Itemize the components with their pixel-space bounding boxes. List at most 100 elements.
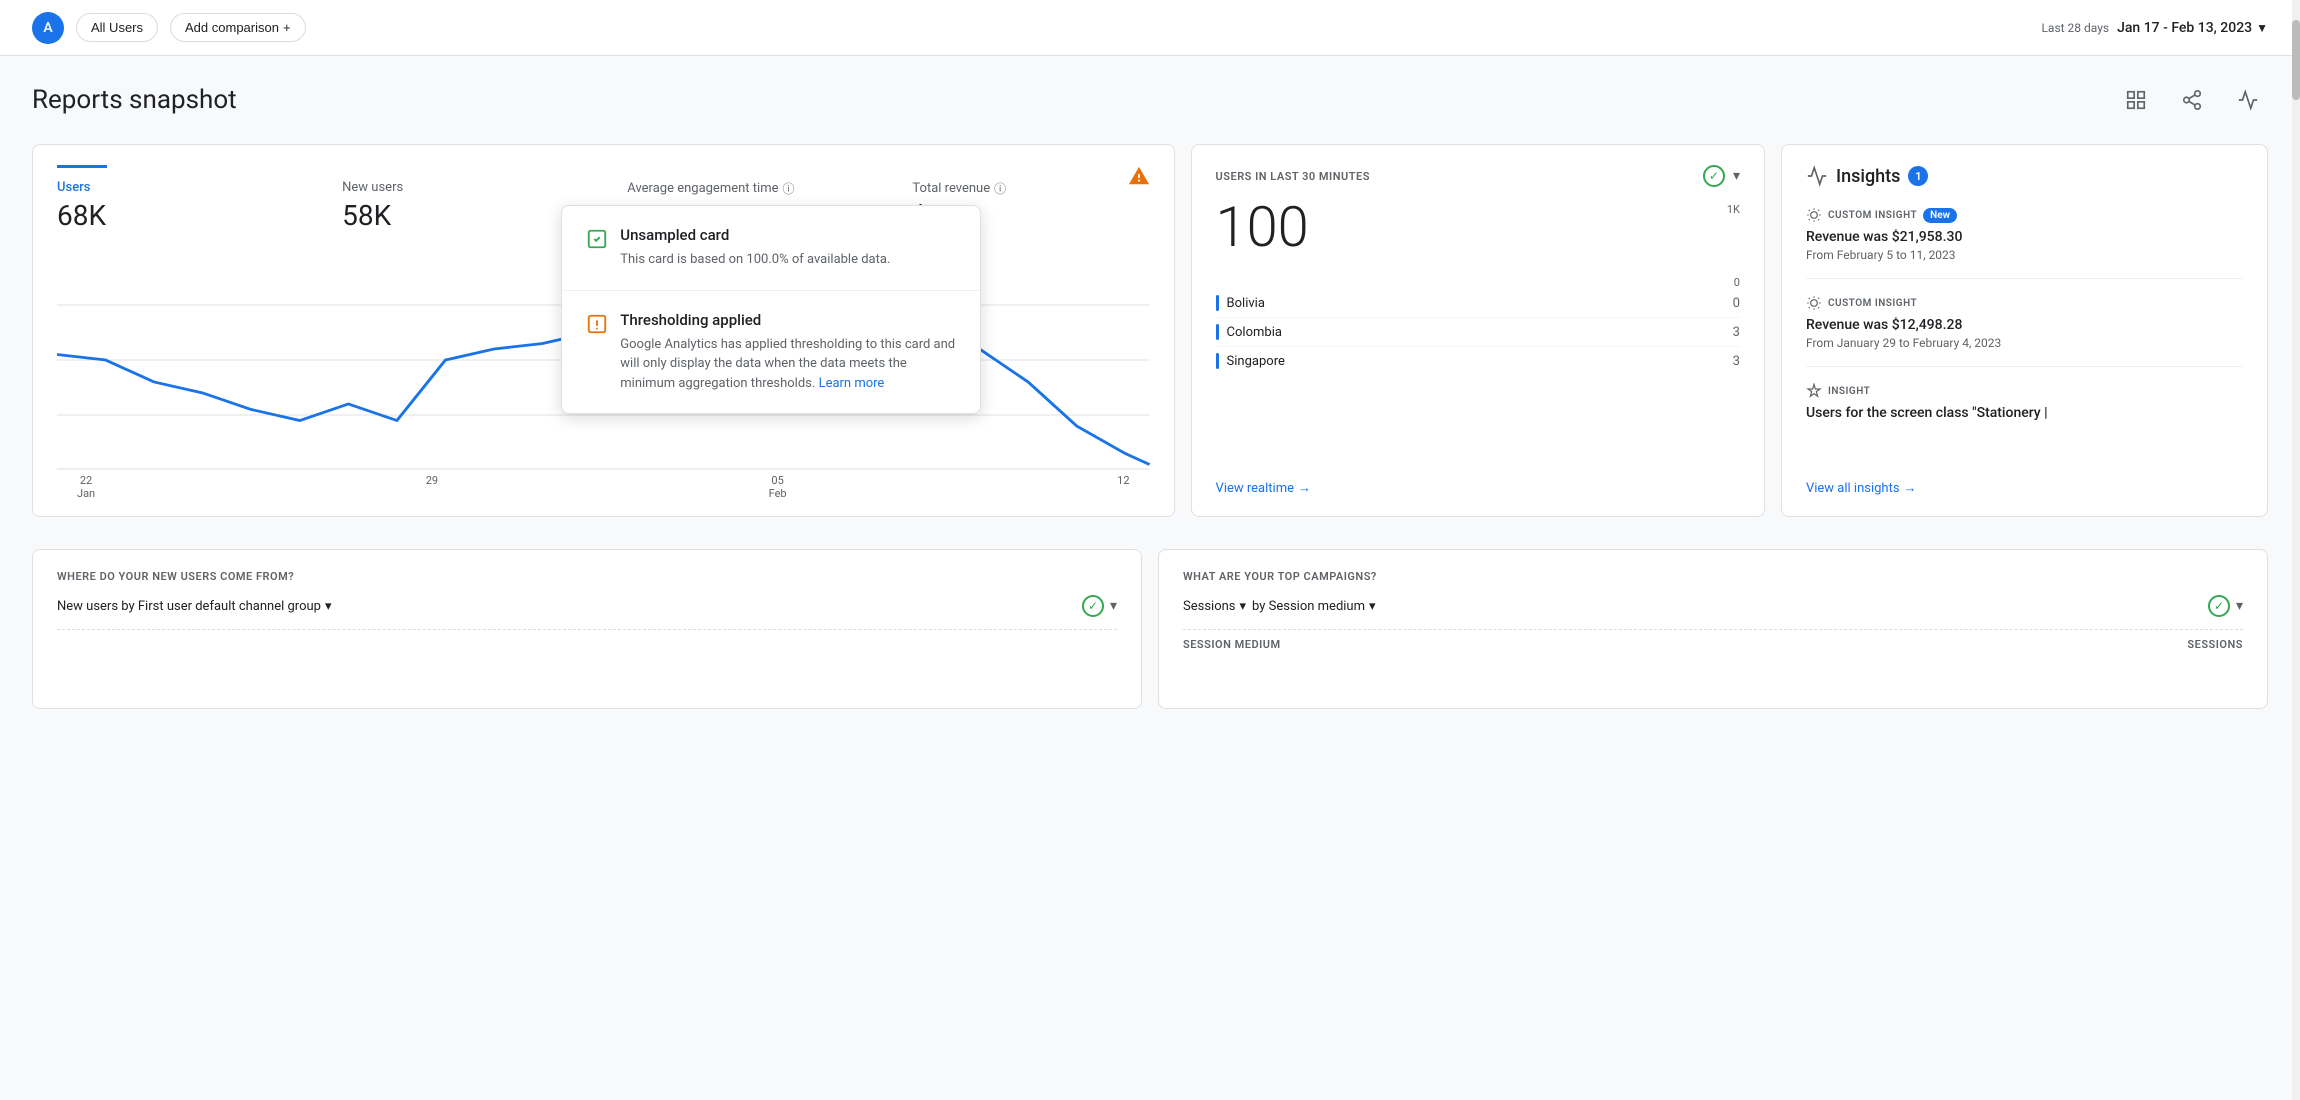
y-label-1k: 1K: [1727, 203, 1740, 216]
sparkle-icon: [1806, 383, 1822, 399]
insight-title-3: Users for the screen class "Stationery |: [1806, 405, 2243, 421]
top-bar: A All Users Add comparison + Last 28 day…: [0, 0, 2300, 56]
realtime-card: USERS IN LAST 30 MINUTES ✓ ▾ 100 1K 0: [1191, 144, 1765, 517]
insight-title-2: Revenue was $12,498.28: [1806, 317, 2243, 333]
check-square-icon: [586, 228, 608, 255]
new-users-value: 58K: [342, 199, 579, 232]
insight-sub-2: From January 29 to February 4, 2023: [1806, 336, 2243, 350]
x-label-jan29: 29: [426, 474, 438, 500]
bolivia-count: 0: [1733, 296, 1740, 311]
new-users-section-title: WHERE DO YOUR NEW USERS COME FROM?: [57, 570, 1117, 583]
singapore-count: 3: [1733, 354, 1740, 369]
chart-x-labels: 22 Jan 29 05 Feb 12: [57, 474, 1150, 500]
realtime-row: Colombia 3: [1216, 318, 1740, 347]
warning-triangle-icon: [586, 313, 608, 340]
plus-icon: +: [283, 20, 291, 35]
lightbulb-icon-2: [1806, 295, 1822, 311]
warning-icon[interactable]: [1128, 165, 1150, 192]
insights-chart-button[interactable]: [2228, 80, 2268, 120]
new-users-dropdown-row: New users by First user default channel …: [57, 595, 1117, 617]
bottom-section: WHERE DO YOUR NEW USERS COME FROM? New u…: [32, 549, 2268, 709]
all-users-button[interactable]: All Users: [76, 13, 158, 42]
info-icon-engagement[interactable]: ⓘ: [783, 180, 795, 197]
country-singapore: Singapore: [1216, 353, 1285, 369]
country-bolivia: Bolivia: [1216, 295, 1265, 311]
last-days-label: Last 28 days: [2041, 21, 2109, 35]
insights-icon: [1806, 165, 1828, 187]
sessions-chevron-icon: ▾: [1240, 599, 1247, 614]
learn-more-link[interactable]: Learn more: [819, 376, 885, 391]
cards-row: Users 68K New users 58K Average engageme…: [32, 144, 2268, 517]
bottom-card-new-users: WHERE DO YOUR NEW USERS COME FROM? New u…: [32, 549, 1142, 709]
thresholding-title: Thresholding applied: [620, 311, 956, 329]
arrow-icon: →: [1904, 480, 1917, 496]
page-header: Reports snapshot: [32, 80, 2268, 120]
x-label-jan22: 22 Jan: [77, 474, 95, 500]
y-label-0: 0: [1727, 276, 1740, 289]
unsampled-title: Unsampled card: [620, 226, 890, 244]
unsampled-desc: This card is based on 100.0% of availabl…: [620, 250, 890, 270]
check-circle-icon: ✓: [1082, 595, 1104, 617]
check-circle-icon: ✓: [2208, 595, 2230, 617]
insights-badge: 1: [1908, 166, 1928, 186]
new-users-status: ✓ ▾: [1082, 595, 1117, 617]
insight-sub-1: From February 5 to 11, 2023: [1806, 248, 2243, 262]
arrow-icon: →: [1298, 480, 1311, 496]
insight-title-1: Revenue was $21,958.30: [1806, 229, 2243, 245]
edit-report-button[interactable]: [2116, 80, 2156, 120]
lightbulb-icon-1: [1806, 207, 1822, 223]
users-value: 68K: [57, 199, 294, 232]
new-users-dropdown[interactable]: New users by First user default channel …: [57, 599, 332, 614]
session-medium-chevron-icon: ▾: [1369, 599, 1376, 614]
page-actions: [2116, 80, 2268, 120]
users-label: Users: [57, 180, 294, 195]
sessions-dropdown[interactable]: Sessions ▾: [1183, 599, 1246, 614]
info-icon-revenue[interactable]: ⓘ: [994, 180, 1006, 197]
insight-tag-1: CUSTOM INSIGHT: [1828, 210, 1917, 221]
campaigns-section-title: WHAT ARE YOUR TOP CAMPAIGNS?: [1183, 570, 2243, 583]
insights-header: Insights 1: [1806, 165, 2243, 187]
scrollbar-thumb[interactable]: [2292, 20, 2300, 100]
top-bar-right: Last 28 days Jan 17 - Feb 13, 2023 ▼: [2041, 20, 2268, 36]
top-bar-left: A All Users Add comparison +: [32, 12, 306, 44]
scrollbar[interactable]: [2292, 0, 2300, 1100]
view-all-insights-link[interactable]: View all insights →: [1806, 480, 2243, 496]
realtime-header-right: ✓ ▾: [1703, 165, 1740, 187]
divider: [1183, 629, 2243, 630]
metric-users[interactable]: Users 68K: [57, 180, 294, 232]
dropdown-chevron[interactable]: ▾: [1110, 598, 1117, 614]
realtime-dropdown-icon[interactable]: ▾: [1733, 168, 1740, 184]
insights-card: Insights 1 CUSTOM INSIGHT New Revenue wa…: [1781, 144, 2268, 517]
colombia-count: 3: [1733, 325, 1740, 340]
thresholding-desc: Google Analytics has applied thresholdin…: [620, 335, 956, 394]
insight-tag-3: INSIGHT: [1828, 386, 1870, 397]
share-button[interactable]: [2172, 80, 2212, 120]
country-colombia: Colombia: [1216, 324, 1282, 340]
realtime-row: Bolivia 0: [1216, 289, 1740, 318]
realtime-row: Singapore 3: [1216, 347, 1740, 375]
realtime-number: 100: [1216, 199, 1309, 255]
insight-item-3: INSIGHT Users for the screen class "Stat…: [1806, 383, 2243, 440]
chevron-down-icon: ▾: [325, 599, 332, 614]
metric-new-users[interactable]: New users 58K: [342, 180, 579, 232]
view-realtime-link[interactable]: View realtime →: [1216, 480, 1740, 496]
new-badge-1: New: [1923, 208, 1957, 223]
page-title: Reports snapshot: [32, 85, 237, 115]
x-label-feb05: 05 Feb: [769, 474, 787, 500]
page-content: Reports snapshot Users 68K: [0, 56, 2300, 733]
realtime-header: USERS IN LAST 30 MINUTES ✓ ▾: [1216, 165, 1740, 187]
tooltip-thresholding: Thresholding applied Google Analytics ha…: [562, 291, 980, 414]
session-medium-dropdown[interactable]: by Session medium ▾: [1252, 599, 1376, 614]
date-range[interactable]: Jan 17 - Feb 13, 2023 ▼: [2117, 20, 2268, 36]
add-comparison-button[interactable]: Add comparison +: [170, 13, 306, 42]
insights-title: Insights: [1836, 166, 1900, 187]
revenue-label: Total revenue ⓘ: [912, 180, 1149, 197]
divider: [57, 629, 1117, 630]
dropdown-chevron[interactable]: ▾: [2236, 598, 2243, 614]
add-comparison-label: Add comparison: [185, 20, 279, 35]
realtime-label: USERS IN LAST 30 MINUTES: [1216, 170, 1370, 183]
x-label-feb12: 12: [1117, 474, 1129, 500]
tooltip-unsampled: Unsampled card This card is based on 100…: [562, 206, 980, 291]
sessions-col-header: SESSIONS: [2187, 638, 2243, 651]
session-medium-col-header: SESSION MEDIUM: [1183, 638, 1281, 651]
